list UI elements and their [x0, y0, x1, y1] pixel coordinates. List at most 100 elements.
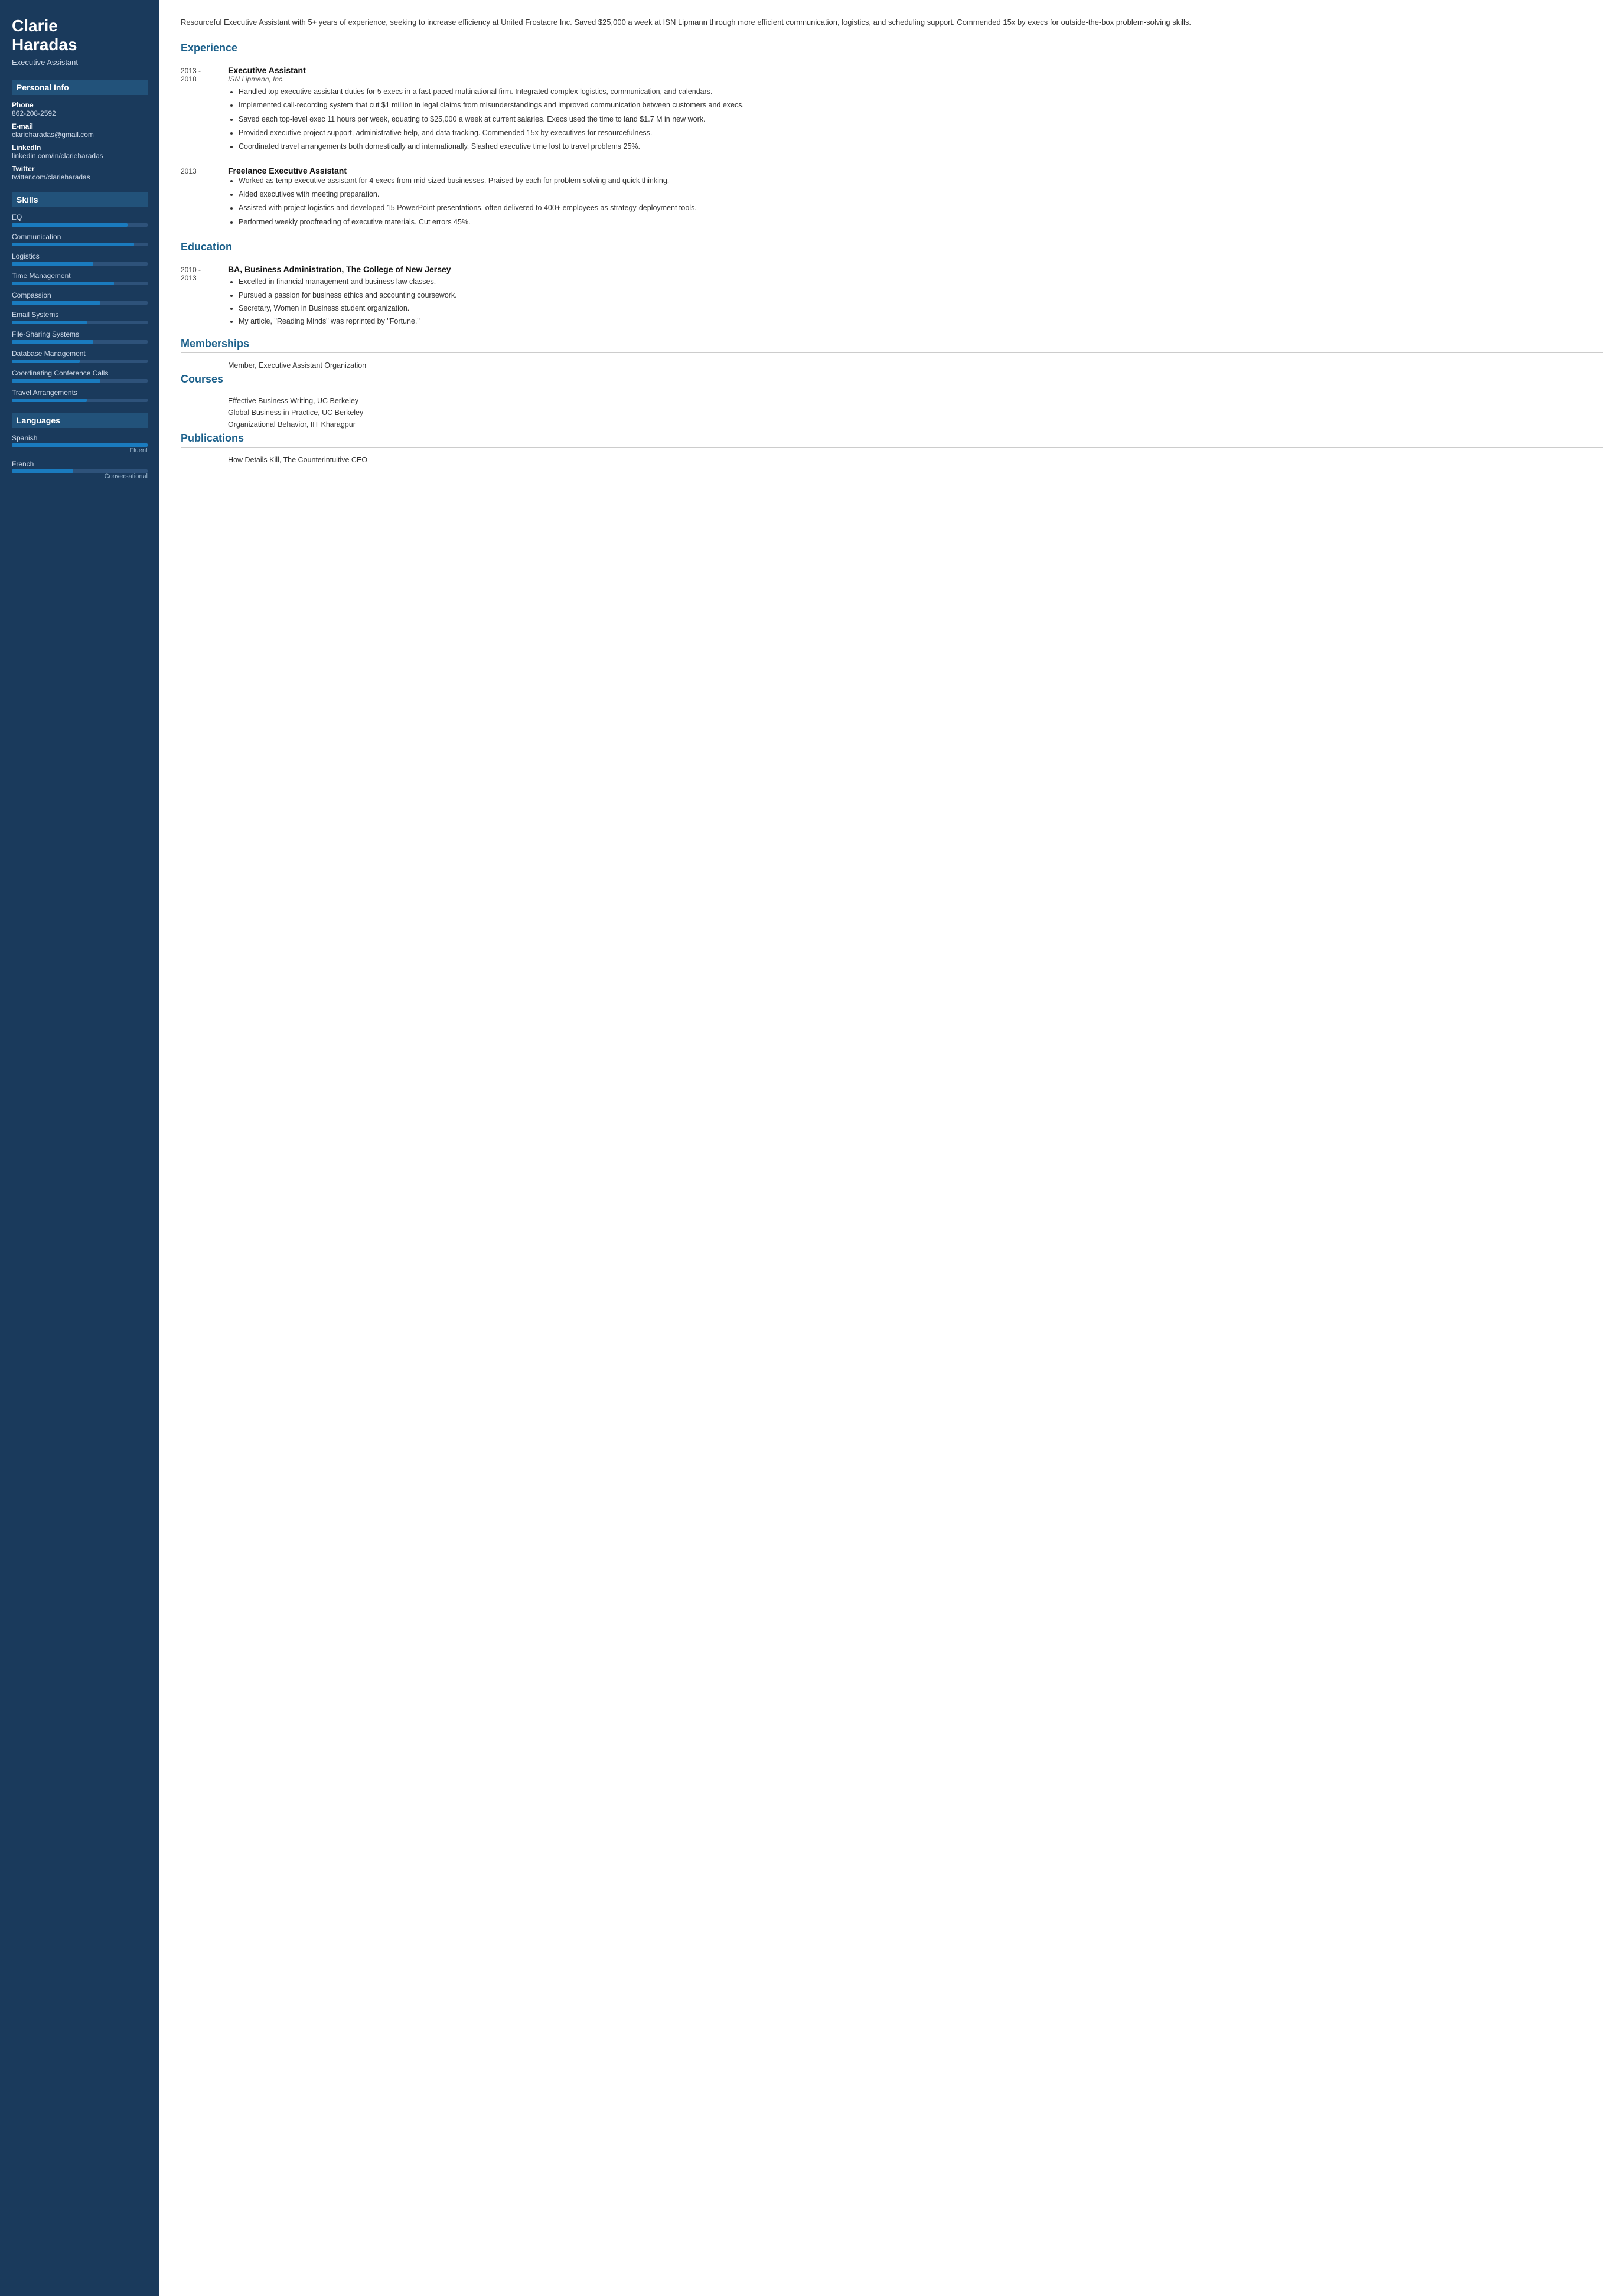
- language-item: Spanish Fluent: [12, 434, 148, 454]
- skill-bar-bg: [12, 262, 148, 266]
- candidate-name: Clarie Haradas: [12, 17, 148, 54]
- job-entry: 2013 -2018 Executive Assistant ISN Lipma…: [181, 66, 1603, 155]
- course-entry: Organizational Behavior, IIT Kharagpur: [181, 420, 1603, 429]
- course-text: Global Business in Practice, UC Berkeley: [228, 409, 363, 417]
- skill-bar-bg: [12, 282, 148, 285]
- skill-item: Time Management: [12, 272, 148, 285]
- language-name: Spanish: [12, 434, 148, 442]
- course-spacer: [181, 420, 228, 429]
- exp-date-line: 2018: [181, 75, 197, 83]
- membership-entry: Member, Executive Assistant Organization: [181, 361, 1603, 370]
- phone-value: 862-208-2592: [12, 109, 148, 117]
- courses-section-title: Courses: [181, 373, 1603, 388]
- skill-bar-fill: [12, 340, 93, 344]
- exp-job-title: Executive Assistant: [228, 66, 1603, 75]
- skill-bar-fill: [12, 399, 87, 402]
- edu-bullet: Secretary, Women in Business student org…: [239, 303, 1603, 314]
- exp-bullet: Coordinated travel arrangements both dom…: [239, 141, 1603, 152]
- languages-heading: Languages: [12, 413, 148, 428]
- skill-bar-bg: [12, 360, 148, 363]
- exp-job-title: Freelance Executive Assistant: [228, 166, 1603, 175]
- last-name: Haradas: [12, 35, 77, 54]
- exp-date: 2013: [181, 166, 228, 231]
- skill-bar-bg: [12, 379, 148, 383]
- skill-item: Compassion: [12, 291, 148, 305]
- courses-list: Effective Business Writing, UC Berkeley …: [181, 397, 1603, 429]
- skill-bar-bg: [12, 223, 148, 227]
- language-item: French Conversational: [12, 460, 148, 480]
- skill-item: Logistics: [12, 252, 148, 266]
- skill-name: Compassion: [12, 291, 148, 299]
- skill-name: Database Management: [12, 350, 148, 358]
- memberships-section-title: Memberships: [181, 338, 1603, 353]
- skill-bar-fill: [12, 223, 128, 227]
- skill-bar-bg: [12, 243, 148, 246]
- skill-item: Communication: [12, 233, 148, 246]
- exp-date: 2013 -2018: [181, 66, 228, 155]
- skill-bar-bg: [12, 340, 148, 344]
- edu-bullet: Excelled in financial management and bus…: [239, 276, 1603, 288]
- languages-list: Spanish Fluent French Conversational: [12, 434, 148, 480]
- personal-info-heading: Personal Info: [12, 80, 148, 95]
- first-name: Clarie: [12, 17, 58, 35]
- skill-bar-fill: [12, 379, 100, 383]
- skill-bar-bg: [12, 399, 148, 402]
- email-label: E-mail: [12, 122, 148, 130]
- course-entry: Global Business in Practice, UC Berkeley: [181, 409, 1603, 417]
- edu-date: 2010 -2013: [181, 264, 228, 329]
- exp-bullet: Worked as temp executive assistant for 4…: [239, 175, 1603, 187]
- edu-entry: 2010 -2013 BA, Business Administration, …: [181, 264, 1603, 329]
- publications-list: How Details Kill, The Counterintuitive C…: [181, 456, 1603, 464]
- edu-degree: BA, Business Administration, The College…: [228, 264, 1603, 274]
- skill-item: Travel Arrangements: [12, 388, 148, 402]
- twitter-label: Twitter: [12, 165, 148, 173]
- skill-item: File-Sharing Systems: [12, 330, 148, 344]
- skill-bar-fill: [12, 321, 87, 324]
- skill-bar-fill: [12, 262, 93, 266]
- skill-name: Time Management: [12, 272, 148, 280]
- course-text: Organizational Behavior, IIT Kharagpur: [228, 420, 356, 429]
- membership-spacer: [181, 361, 228, 370]
- skill-item: Email Systems: [12, 311, 148, 324]
- edu-date-line: 2010 -: [181, 266, 201, 274]
- skill-name: Coordinating Conference Calls: [12, 369, 148, 377]
- skill-item: Database Management: [12, 350, 148, 363]
- course-spacer: [181, 409, 228, 417]
- skills-list: EQ Communication Logistics Time Manageme…: [12, 213, 148, 402]
- skill-name: File-Sharing Systems: [12, 330, 148, 338]
- exp-bullet: Assisted with project logistics and deve…: [239, 203, 1603, 214]
- sidebar: Clarie Haradas Executive Assistant Perso…: [0, 0, 159, 2296]
- skill-name: Email Systems: [12, 311, 148, 319]
- exp-bullet: Implemented call-recording system that c…: [239, 100, 1603, 111]
- main-content: Resourceful Executive Assistant with 5+ …: [159, 0, 1624, 2296]
- skill-name: EQ: [12, 213, 148, 221]
- education-section-title: Education: [181, 241, 1603, 256]
- skill-item: Coordinating Conference Calls: [12, 369, 148, 383]
- exp-date-line: 2013: [181, 167, 197, 175]
- publication-entry: How Details Kill, The Counterintuitive C…: [181, 456, 1603, 464]
- exp-bullet: Aided executives with meeting preparatio…: [239, 189, 1603, 200]
- twitter-value: twitter.com/clarieharadas: [12, 173, 148, 181]
- skill-bar-fill: [12, 243, 134, 246]
- edu-bullet: My article, "Reading Minds" was reprinte…: [239, 316, 1603, 327]
- exp-bullet: Handled top executive assistant duties f…: [239, 86, 1603, 97]
- exp-bullet: Performed weekly proofreading of executi…: [239, 217, 1603, 228]
- skill-name: Logistics: [12, 252, 148, 260]
- exp-company: ISN Lipmann, Inc.: [228, 75, 1603, 83]
- exp-bullets: Worked as temp executive assistant for 4…: [228, 175, 1603, 228]
- exp-content: Executive Assistant ISN Lipmann, Inc. Ha…: [228, 66, 1603, 155]
- pub-spacer: [181, 456, 228, 464]
- language-name: French: [12, 460, 148, 468]
- course-text: Effective Business Writing, UC Berkeley: [228, 397, 358, 405]
- language-level: Conversational: [12, 473, 148, 480]
- course-entry: Effective Business Writing, UC Berkeley: [181, 397, 1603, 405]
- email-value: clarieharadas@gmail.com: [12, 130, 148, 139]
- skill-bar-bg: [12, 301, 148, 305]
- linkedin-value: linkedin.com/in/clarieharadas: [12, 152, 148, 160]
- experience-section-title: Experience: [181, 42, 1603, 57]
- memberships-list: Member, Executive Assistant Organization: [181, 361, 1603, 370]
- skill-bar-fill: [12, 360, 80, 363]
- exp-bullet: Provided executive project support, admi…: [239, 128, 1603, 139]
- edu-bullets: Excelled in financial management and bus…: [228, 276, 1603, 328]
- summary-text: Resourceful Executive Assistant with 5+ …: [181, 17, 1603, 29]
